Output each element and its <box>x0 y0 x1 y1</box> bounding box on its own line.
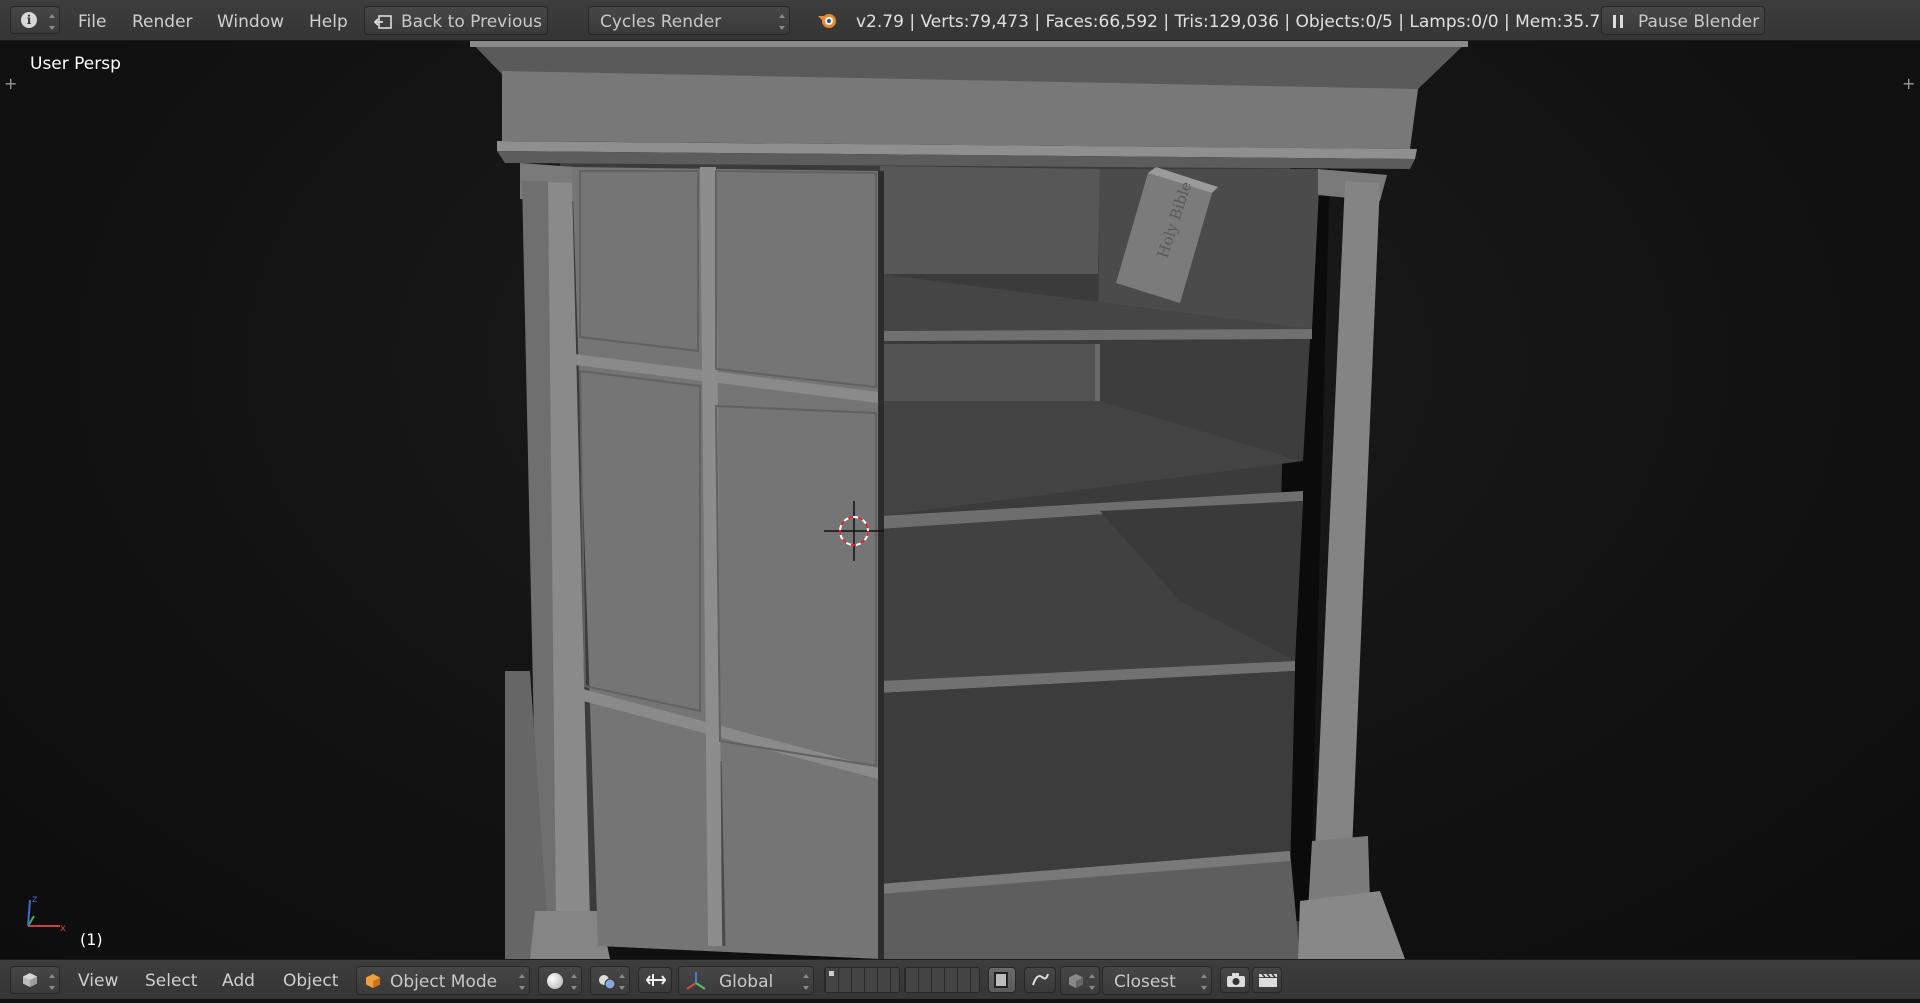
cube-icon <box>22 972 38 993</box>
proportional-edit-icon <box>1031 971 1051 993</box>
chevron-updown-icon <box>519 972 525 992</box>
snap-element-dropdown[interactable] <box>1060 966 1100 995</box>
render-engine-dropdown[interactable]: Cycles Render <box>588 6 790 35</box>
mode-dropdown[interactable]: Object Mode <box>356 966 530 995</box>
mode-label: Object Mode <box>390 972 498 992</box>
info-header: i File Render Window Help Back to Previo… <box>0 0 1920 41</box>
bookcase-model: Holy Bible <box>470 41 1468 959</box>
scene-statistics: v2.79 | Verts:79,473 | Faces:66,592 | Tr… <box>856 12 1626 32</box>
back-arrow-icon <box>373 14 392 29</box>
opengl-render-animation-button[interactable] <box>1252 967 1282 993</box>
axes-icon <box>685 971 707 996</box>
editor-type-selector[interactable]: i <box>10 6 60 34</box>
manipulator-toggle-button[interactable] <box>638 967 672 993</box>
solid-shading-icon <box>547 973 563 989</box>
3d-cursor-icon[interactable] <box>824 501 884 561</box>
3d-view-header: View Select Add Object Object Mode Globa… <box>0 959 1920 999</box>
pivot-icon <box>597 973 617 996</box>
render-engine-label: Cycles Render <box>600 12 722 32</box>
menu-object[interactable]: Object <box>283 960 338 1000</box>
camera-icon <box>1226 972 1246 992</box>
blender-logo-icon <box>817 10 839 30</box>
layers-lock-icon <box>994 972 1008 988</box>
pivot-point-dropdown[interactable] <box>590 966 630 995</box>
opengl-render-image-button[interactable] <box>1220 967 1250 993</box>
menu-window[interactable]: Window <box>217 0 284 41</box>
viewport-shading-dropdown[interactable] <box>538 966 582 995</box>
svg-text:z: z <box>32 896 37 905</box>
chevron-updown-icon <box>779 12 785 32</box>
scene-layers-group-2[interactable] <box>904 967 980 993</box>
object-mode-icon <box>365 973 381 994</box>
clapperboard-icon <box>1258 972 1278 992</box>
manipulator-arrows-icon <box>645 971 667 993</box>
back-to-previous-button[interactable]: Back to Previous <box>364 6 548 35</box>
chevron-updown-icon <box>49 972 55 992</box>
chevron-updown-icon <box>49 12 55 32</box>
scene-layers-group-1[interactable] <box>824 967 900 993</box>
orientation-label: Global <box>719 972 774 992</box>
area-split-plus-icon-left[interactable]: + <box>4 76 17 92</box>
editor-type-selector-3d[interactable] <box>10 966 60 994</box>
chevron-updown-icon <box>619 972 625 992</box>
snap-target-dropdown[interactable]: Closest <box>1102 966 1212 995</box>
lock-camera-layers-button[interactable] <box>988 967 1016 993</box>
view-name-label: User Persp <box>30 54 121 74</box>
menu-help[interactable]: Help <box>309 0 348 41</box>
proportional-editing-button[interactable] <box>1024 967 1056 993</box>
transform-orientation-dropdown[interactable]: Global <box>678 966 814 995</box>
menu-view[interactable]: View <box>78 960 118 1000</box>
menu-select[interactable]: Select <box>145 960 197 1000</box>
snap-target-label: Closest <box>1114 972 1176 992</box>
chevron-updown-icon <box>1089 972 1095 992</box>
pause-icon <box>1613 15 1623 28</box>
svg-text:x: x <box>60 923 66 934</box>
pause-blender-button[interactable]: Pause Blender <box>1601 6 1765 35</box>
3d-viewport[interactable]: Holy Bible User Persp + + x z (1) <box>0 41 1920 959</box>
chevron-updown-icon <box>803 972 809 992</box>
area-split-plus-icon-right[interactable]: + <box>1902 76 1915 92</box>
snap-cube-icon <box>1068 973 1084 994</box>
axis-gizmo-icon: x z <box>18 894 68 936</box>
chevron-updown-icon <box>571 972 577 992</box>
current-frame-label: (1) <box>80 930 103 949</box>
chevron-updown-icon <box>1201 972 1207 992</box>
menu-render[interactable]: Render <box>132 0 193 41</box>
menu-add[interactable]: Add <box>222 960 255 1000</box>
back-to-previous-label: Back to Previous <box>401 12 542 32</box>
menu-file[interactable]: File <box>78 0 106 41</box>
info-icon: i <box>21 12 37 28</box>
active-layer-dot <box>829 971 834 976</box>
pause-blender-label: Pause Blender <box>1638 12 1760 32</box>
